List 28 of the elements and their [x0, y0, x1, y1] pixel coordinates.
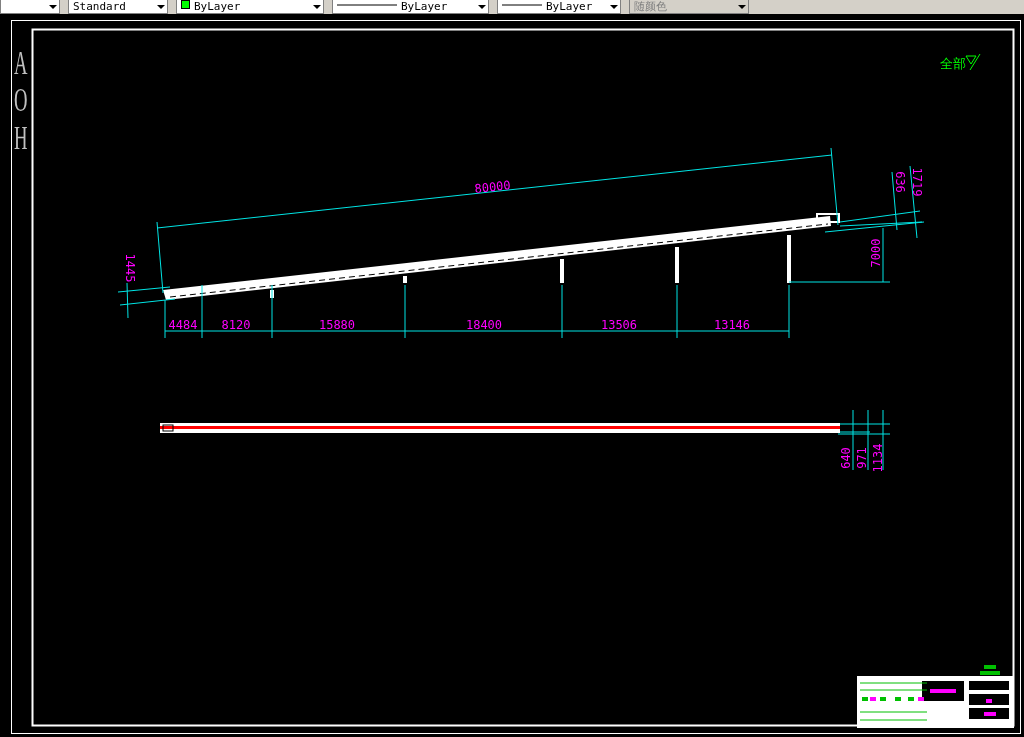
dimension-text: 8120	[221, 318, 251, 332]
dimension-text: 18400	[465, 318, 503, 332]
dimension-text: 971	[855, 447, 869, 469]
dimension-text: 15880	[318, 318, 356, 332]
dimension-text: 636	[893, 171, 907, 193]
caret-icon	[738, 5, 746, 9]
side-label: AOH	[14, 44, 29, 157]
dimension-text: 13506	[600, 318, 638, 332]
dimension-text: 1719	[910, 167, 924, 197]
linetype-dropdown[interactable]: ByLayer	[332, 0, 489, 14]
view-label: 全部	[940, 53, 981, 71]
dropdown[interactable]	[0, 0, 60, 14]
dimension-text: 640	[839, 447, 853, 469]
color-dropdown[interactable]: ByLayer	[176, 0, 324, 14]
dimension-text: 1445	[123, 253, 137, 283]
caret-icon	[313, 5, 321, 9]
caret-icon	[49, 5, 57, 9]
dimension-text: 1134	[871, 443, 885, 473]
caret-icon	[478, 5, 486, 9]
dimension-text: 13146	[713, 318, 751, 332]
caret-icon	[610, 5, 618, 9]
dimension-text: 4484	[168, 318, 198, 332]
textstyle-dropdown[interactable]: Standard	[68, 0, 168, 14]
color-swatch-icon	[181, 0, 190, 9]
dimension-text: 80000	[473, 178, 512, 196]
dimension-text: 7000	[869, 238, 883, 268]
caret-icon	[157, 5, 165, 9]
lineweight-dropdown[interactable]: ByLayer	[497, 0, 621, 14]
